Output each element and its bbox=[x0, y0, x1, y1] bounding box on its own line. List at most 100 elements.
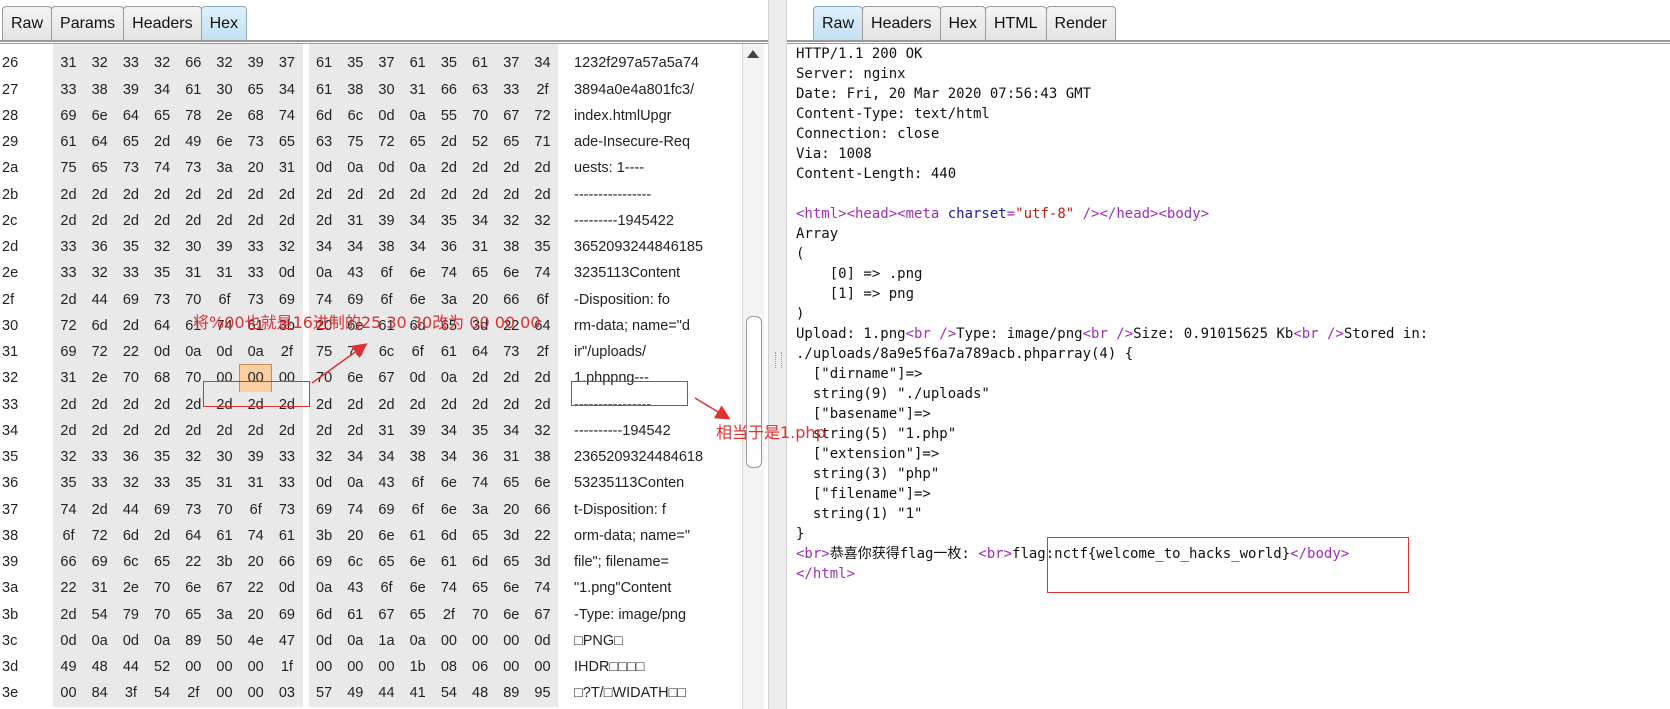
hex-byte[interactable]: 33 bbox=[147, 470, 178, 496]
hex-byte[interactable]: 6e bbox=[178, 575, 209, 601]
hex-byte[interactable]: 2f bbox=[527, 339, 558, 365]
hex-byte[interactable]: 22 bbox=[240, 575, 271, 601]
hex-byte[interactable]: 44 bbox=[115, 654, 146, 680]
hex-byte[interactable]: 65 bbox=[147, 549, 178, 575]
hex-byte[interactable]: 54 bbox=[147, 680, 178, 706]
hex-byte[interactable]: 2d bbox=[340, 182, 371, 208]
hex-ascii[interactable]: □PNG□ bbox=[570, 627, 742, 654]
hex-byte[interactable]: 31 bbox=[496, 444, 527, 470]
hex-ascii[interactable]: 3894a0e4a801fc3/ bbox=[570, 76, 742, 103]
hex-byte[interactable]: 2d bbox=[147, 208, 178, 234]
hex-row[interactable]: 3e 00 84 3f 54 2f 00 00 03 57 49 44 41 54 48 89 95 □?T/□W… bbox=[0, 680, 742, 707]
hex-byte[interactable]: 35 bbox=[527, 234, 558, 260]
hex-byte[interactable]: 0d bbox=[402, 365, 433, 391]
hex-byte[interactable]: 2d bbox=[433, 182, 464, 208]
hex-byte[interactable]: 31 bbox=[340, 208, 371, 234]
hex-ascii[interactable]: "1.png"Content bbox=[570, 575, 742, 602]
hex-byte[interactable]: 03 bbox=[271, 680, 302, 706]
hex-byte[interactable]: 61 bbox=[433, 339, 464, 365]
hex-byte[interactable]: 6c bbox=[371, 339, 402, 365]
hex-byte[interactable]: 61 bbox=[402, 523, 433, 549]
hex-byte[interactable]: 2d bbox=[84, 497, 115, 523]
hex-row[interactable]: 3d 49 48 44 52 00 00 00 1f 00 00 00 1b 08 06 00 00 IHDR□□… bbox=[0, 654, 742, 681]
hex-byte[interactable]: 37 bbox=[271, 50, 302, 76]
hex-byte[interactable]: 22 bbox=[115, 339, 146, 365]
hex-byte[interactable]: 6e bbox=[402, 549, 433, 575]
hex-byte[interactable]: 1a bbox=[371, 628, 402, 654]
hex-byte[interactable]: 61 bbox=[53, 129, 84, 155]
hex-byte[interactable]: 73 bbox=[271, 497, 302, 523]
hex-byte[interactable]: 44 bbox=[115, 497, 146, 523]
hex-byte[interactable]: 74 bbox=[340, 497, 371, 523]
hex-byte[interactable]: 00 bbox=[178, 654, 209, 680]
hex-byte[interactable]: 64 bbox=[115, 103, 146, 129]
hex-byte[interactable]: 2d bbox=[496, 182, 527, 208]
hex-byte[interactable]: 69 bbox=[147, 497, 178, 523]
hex-byte[interactable]: 78 bbox=[178, 103, 209, 129]
hex-byte[interactable]: 2d bbox=[53, 287, 84, 313]
hex-byte[interactable]: 2d bbox=[84, 208, 115, 234]
hex-byte[interactable]: 20 bbox=[240, 602, 271, 628]
hex-byte[interactable]: 37 bbox=[496, 50, 527, 76]
hex-byte[interactable]: 69 bbox=[84, 549, 115, 575]
hex-byte[interactable]: 2e bbox=[209, 103, 240, 129]
hex-byte[interactable]: 2d bbox=[178, 418, 209, 444]
hex-byte[interactable]: 50 bbox=[209, 628, 240, 654]
tab-headers[interactable]: Headers bbox=[123, 6, 202, 40]
hex-byte[interactable]: 61 bbox=[309, 50, 340, 76]
hex-byte[interactable]: 31 bbox=[465, 234, 496, 260]
hex-byte[interactable]: 32 bbox=[147, 234, 178, 260]
hex-byte[interactable]: 63 bbox=[465, 77, 496, 103]
hex-scrollbar[interactable] bbox=[742, 44, 764, 709]
hex-byte[interactable]: 2d bbox=[115, 418, 146, 444]
hex-byte[interactable]: 48 bbox=[84, 654, 115, 680]
hex-byte[interactable]: 31 bbox=[271, 155, 302, 181]
hex-byte[interactable]: 38 bbox=[84, 77, 115, 103]
hex-byte[interactable]: 65 bbox=[496, 549, 527, 575]
hex-ascii[interactable]: orm-data; name=" bbox=[570, 522, 742, 549]
hex-byte[interactable]: 34 bbox=[433, 418, 464, 444]
hex-byte[interactable]: 73 bbox=[178, 155, 209, 181]
hex-byte[interactable]: 30 bbox=[178, 234, 209, 260]
hex-byte[interactable]: 00 bbox=[371, 654, 402, 680]
hex-byte[interactable]: 74 bbox=[147, 155, 178, 181]
hex-row[interactable]: 38 6f 72 6d 2d 64 61 74 61 3b 20 6e 61 6d 65 3d 22 orm-da… bbox=[0, 522, 742, 549]
hex-byte[interactable]: 34 bbox=[496, 418, 527, 444]
hex-byte[interactable]: 31 bbox=[371, 418, 402, 444]
hex-byte[interactable]: 65 bbox=[147, 103, 178, 129]
hex-byte[interactable]: 39 bbox=[402, 418, 433, 444]
hex-byte[interactable]: 3f bbox=[115, 680, 146, 706]
hex-byte[interactable]: 73 bbox=[240, 129, 271, 155]
hex-byte[interactable]: 6f bbox=[371, 260, 402, 286]
hex-byte[interactable]: 30 bbox=[209, 444, 240, 470]
hex-byte[interactable]: 6e bbox=[340, 365, 371, 391]
hex-byte[interactable]: 66 bbox=[527, 497, 558, 523]
hex-ascii[interactable]: ---------------- bbox=[570, 181, 742, 208]
hex-byte[interactable]: 2d bbox=[402, 392, 433, 418]
hex-byte[interactable]: 00 bbox=[53, 680, 84, 706]
hex-byte[interactable]: 34 bbox=[465, 208, 496, 234]
hex-byte[interactable]: 2d bbox=[433, 155, 464, 181]
hex-byte[interactable]: 33 bbox=[271, 470, 302, 496]
hex-byte[interactable]: 22 bbox=[178, 549, 209, 575]
hex-byte[interactable]: 00 bbox=[433, 628, 464, 654]
hex-byte[interactable]: 00 bbox=[527, 654, 558, 680]
hex-byte[interactable]: 66 bbox=[433, 77, 464, 103]
tab-raw[interactable]: Raw bbox=[813, 6, 864, 40]
hex-byte[interactable]: 3b bbox=[309, 523, 340, 549]
hex-byte[interactable]: 1b bbox=[402, 654, 433, 680]
hex-byte[interactable]: 2d bbox=[402, 182, 433, 208]
hex-byte[interactable]: 36 bbox=[465, 444, 496, 470]
hex-byte[interactable]: 34 bbox=[402, 234, 433, 260]
tab-headers[interactable]: Headers bbox=[862, 6, 941, 40]
hex-byte[interactable]: 32 bbox=[178, 444, 209, 470]
hex-ascii[interactable]: ade-Insecure-Req bbox=[570, 129, 742, 156]
tab-hex[interactable]: Hex bbox=[200, 6, 248, 40]
hex-byte[interactable]: 2d bbox=[147, 392, 178, 418]
hex-byte[interactable]: 72 bbox=[53, 313, 84, 339]
hex-byte[interactable]: 49 bbox=[178, 129, 209, 155]
hex-byte[interactable]: 33 bbox=[84, 444, 115, 470]
hex-byte[interactable]: 2d bbox=[53, 208, 84, 234]
hex-byte[interactable]: 2f bbox=[271, 339, 302, 365]
hex-byte[interactable]: 32 bbox=[527, 208, 558, 234]
